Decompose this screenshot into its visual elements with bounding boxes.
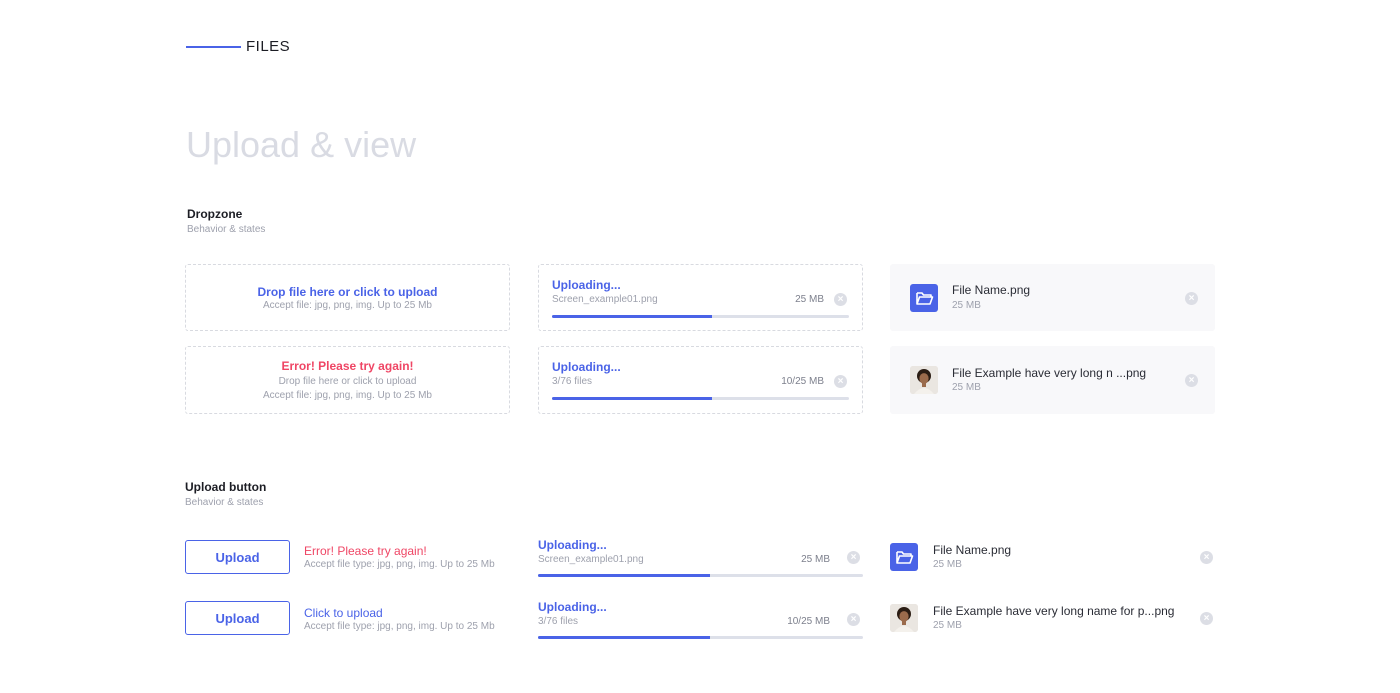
page-title: Upload & view — [186, 124, 417, 165]
section-header-title: FILES — [246, 38, 291, 55]
dropzone-error-line2: Drop file here or click to upload — [278, 376, 417, 387]
upload-button[interactable]: Upload — [185, 601, 290, 635]
file-name: File Example have very long name for p..… — [933, 604, 1175, 618]
uploading-file-size: 10/25 MB — [787, 616, 830, 627]
dropzone-error[interactable]: Error! Please try again! Drop file here … — [185, 346, 510, 414]
uploading-title: Uploading... — [538, 538, 607, 552]
close-circle-icon[interactable]: × — [847, 551, 860, 564]
upload-error-label: Error! Please try again! — [304, 544, 427, 558]
progress-track — [538, 636, 863, 639]
folder-open-icon — [910, 284, 938, 312]
uploading-file-size: 10/25 MB — [781, 376, 824, 387]
upload-hint: Accept file type: jpg, png, img. Up to 2… — [304, 621, 495, 632]
close-circle-icon[interactable]: × — [1185, 374, 1198, 387]
dropzone-section-subtitle: Behavior & states — [187, 224, 266, 235]
file-row-folder: File Name.png 25 MB × — [890, 543, 1215, 573]
file-name: File Name.png — [952, 283, 1031, 297]
dropzone-default[interactable]: Drop file here or click to upload Accept… — [185, 264, 510, 331]
uploading-file-count: 3/76 files — [538, 616, 579, 627]
dropzone-hint: Accept file: jpg, png, img. Up to 25 Mb — [263, 300, 432, 311]
uploading-file-name: Screen_example01.png — [538, 554, 644, 565]
upload-button[interactable]: Upload — [185, 540, 290, 574]
header-accent-line — [186, 46, 241, 48]
close-circle-icon[interactable]: × — [1200, 551, 1213, 564]
progress-track — [552, 397, 849, 400]
uploading-file-name: Screen_example01.png — [552, 294, 658, 305]
uploading-title: Uploading... — [552, 360, 621, 374]
progress-track — [538, 574, 863, 577]
upload-hint: Accept file type: jpg, png, img. Up to 2… — [304, 559, 495, 570]
button-uploading-single: Uploading... Screen_example01.png 25 MB … — [538, 538, 863, 580]
file-name: File Name.png — [933, 543, 1012, 557]
upload-button-section-title: Upload button — [185, 480, 267, 494]
close-circle-icon[interactable]: × — [847, 613, 860, 626]
close-circle-icon[interactable]: × — [834, 293, 847, 306]
progress-fill — [552, 397, 713, 400]
progress-fill — [552, 315, 713, 318]
dropzone-error-hint: Accept file: jpg, png, img. Up to 25 Mb — [263, 390, 432, 401]
dropzone-label: Drop file here or click to upload — [257, 285, 438, 299]
progress-track — [552, 315, 849, 318]
uploading-file-count: 3/76 files — [552, 376, 593, 387]
dropzone-section-title: Dropzone — [187, 207, 243, 221]
uploading-title: Uploading... — [552, 278, 621, 292]
close-circle-icon[interactable]: × — [1200, 612, 1213, 625]
close-circle-icon[interactable]: × — [1185, 292, 1198, 305]
dropzone-error-label: Error! Please try again! — [281, 359, 414, 373]
upload-button-section-subtitle: Behavior & states — [185, 497, 264, 508]
dropzone-uploading-multi: Uploading... 3/76 files 10/25 MB × — [538, 346, 863, 414]
avatar-photo — [910, 366, 938, 394]
progress-fill — [538, 574, 711, 577]
uploading-file-size: 25 MB — [795, 294, 824, 305]
folder-open-icon — [890, 543, 918, 571]
dropzone-uploading-single: Uploading... Screen_example01.png 25 MB … — [538, 264, 863, 331]
file-card-image: File Example have very long n ...png 25 … — [890, 346, 1215, 414]
progress-fill — [538, 636, 711, 639]
close-circle-icon[interactable]: × — [834, 375, 847, 388]
uploading-file-size: 25 MB — [801, 554, 830, 565]
avatar-photo — [890, 604, 918, 632]
uploading-title: Uploading... — [538, 600, 607, 614]
button-uploading-multi: Uploading... 3/76 files 10/25 MB × — [538, 600, 863, 642]
click-to-upload-link[interactable]: Click to upload — [304, 606, 383, 620]
file-size: 25 MB — [952, 382, 981, 393]
file-card-folder: File Name.png 25 MB × — [890, 264, 1215, 331]
file-row-image: File Example have very long name for p..… — [890, 604, 1215, 634]
file-size: 25 MB — [952, 300, 981, 311]
file-size: 25 MB — [933, 559, 962, 570]
file-size: 25 MB — [933, 620, 962, 631]
file-name: File Example have very long n ...png — [952, 366, 1147, 380]
